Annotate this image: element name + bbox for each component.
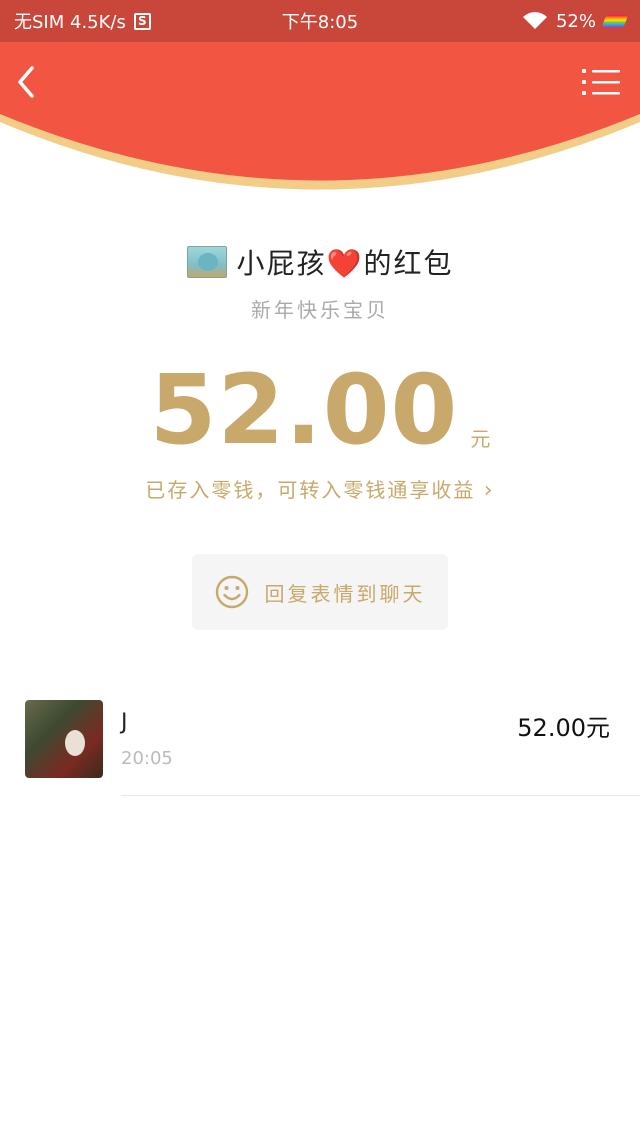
- status-right: 52%: [522, 10, 629, 32]
- reply-sticker-button[interactable]: 回复表情到聊天: [192, 554, 448, 630]
- header-background: [0, 42, 640, 190]
- sender-name: 小屁孩❤️的红包: [237, 242, 454, 282]
- received-amount: 52.00元: [517, 714, 610, 742]
- amount-unit: 元: [470, 427, 491, 451]
- battery-rainbow-icon: [601, 15, 629, 27]
- greeting-text: 新年快乐宝贝: [251, 298, 389, 322]
- sender-name-suffix: 的红包: [363, 247, 454, 280]
- carrier-text: 无SIM 4.5K/s: [14, 12, 126, 33]
- status-left: 无SIM 4.5K/s S: [14, 8, 151, 34]
- heart-icon: ❤️: [326, 247, 364, 280]
- menu-button[interactable]: [582, 66, 620, 98]
- sender-name-prefix: 小屁孩: [236, 247, 327, 280]
- chevron-right-icon: ›: [483, 478, 495, 503]
- change-wallet-note: 已存入零钱，可转入零钱通享收益: [145, 478, 476, 502]
- battery-text: 52%: [555, 10, 596, 32]
- list-item[interactable]: J 20:05 52.00元: [0, 690, 640, 796]
- change-wallet-link[interactable]: 已存入零钱，可转入零钱通享收益 ›: [0, 474, 640, 503]
- reply-label: 回复表情到聊天: [264, 581, 426, 606]
- receive-time: 20:05: [121, 748, 173, 769]
- amount-row: 52.00 元: [0, 360, 640, 460]
- smiley-icon: [215, 575, 248, 609]
- status-bar: 无SIM 4.5K/s S 下午8:05 52%: [0, 0, 640, 42]
- sim-badge-icon: S: [133, 12, 151, 30]
- sender-row: 小屁孩❤️的红包: [0, 240, 640, 284]
- back-button[interactable]: [10, 60, 46, 104]
- receiver-name: J: [121, 710, 128, 735]
- amount-value: 52.00: [149, 354, 459, 466]
- divider: [121, 795, 640, 796]
- avatar: [25, 700, 103, 778]
- wifi-icon: [522, 12, 547, 29]
- sender-avatar: [186, 246, 227, 278]
